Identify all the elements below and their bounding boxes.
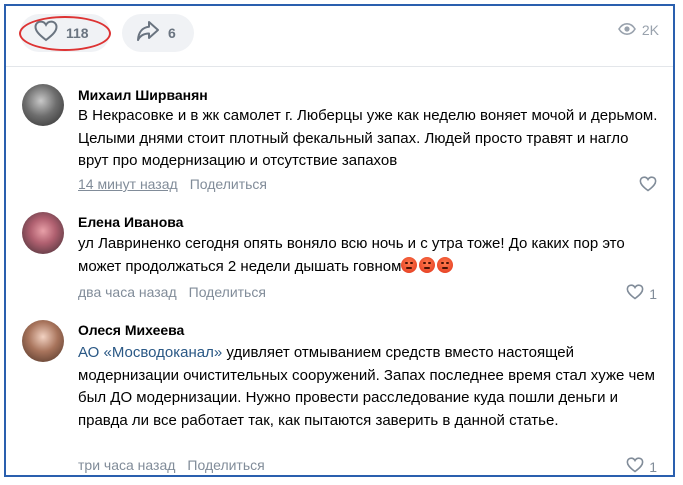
- mention-link[interactable]: АО «Мосводоканал»: [78, 344, 222, 361]
- comment-like-button[interactable]: 1: [626, 457, 657, 475]
- heart-icon: [626, 284, 644, 303]
- share-link[interactable]: Поделиться: [187, 457, 264, 473]
- comment-like-button[interactable]: [639, 176, 657, 195]
- comment-text: ул Лавриненко сегодня опять воняло всю н…: [78, 233, 658, 278]
- comment-text-body: ул Лавриненко сегодня опять воняло всю н…: [78, 235, 625, 275]
- share-link[interactable]: Поделиться: [189, 284, 266, 300]
- angry-face-emoji: [401, 256, 455, 275]
- heart-icon: [34, 20, 58, 47]
- post-frame: 118 6 2K Михаил Ширванян В Некрасовке и …: [4, 4, 675, 477]
- avatar[interactable]: [22, 84, 64, 126]
- share-button[interactable]: 6: [122, 14, 194, 52]
- comment-meta: три часа назад Поделиться: [78, 457, 265, 473]
- comment-like-count: 1: [649, 458, 657, 475]
- views-count: 2K: [641, 22, 659, 38]
- comment-meta: два часа назад Поделиться: [78, 284, 266, 300]
- comment-author[interactable]: Елена Иванова: [78, 214, 183, 230]
- comment-time[interactable]: 14 минут назад: [78, 176, 178, 192]
- comment-like-button[interactable]: 1: [626, 284, 657, 303]
- avatar[interactable]: [22, 212, 64, 254]
- comment-time[interactable]: три часа назад: [78, 457, 175, 473]
- like-button[interactable]: 118: [20, 14, 110, 52]
- comment-text: В Некрасовке и в жк самолет г. Люберцы у…: [78, 107, 658, 169]
- comment-author[interactable]: Олеся Михеева: [78, 322, 184, 338]
- heart-icon: [639, 176, 657, 195]
- comment-author[interactable]: Михаил Ширванян: [78, 87, 208, 103]
- comment-meta: 14 минут назад Поделиться: [78, 176, 267, 192]
- divider: [6, 66, 673, 67]
- comment-like-count: 1: [649, 285, 657, 302]
- post-actions-bar: 118 6 2K: [6, 6, 673, 64]
- avatar[interactable]: [22, 320, 64, 362]
- share-count: 6: [168, 25, 176, 41]
- share-arrow-icon: [136, 20, 160, 47]
- views-counter: 2K: [617, 22, 659, 38]
- comment-time[interactable]: два часа назад: [78, 284, 177, 300]
- heart-icon: [626, 457, 644, 475]
- comment-text: АО «Мосводоканал» удивляет отмыванием ср…: [78, 342, 658, 432]
- share-link[interactable]: Поделиться: [190, 176, 267, 192]
- eye-icon: [617, 22, 636, 38]
- like-count: 118: [66, 25, 89, 41]
